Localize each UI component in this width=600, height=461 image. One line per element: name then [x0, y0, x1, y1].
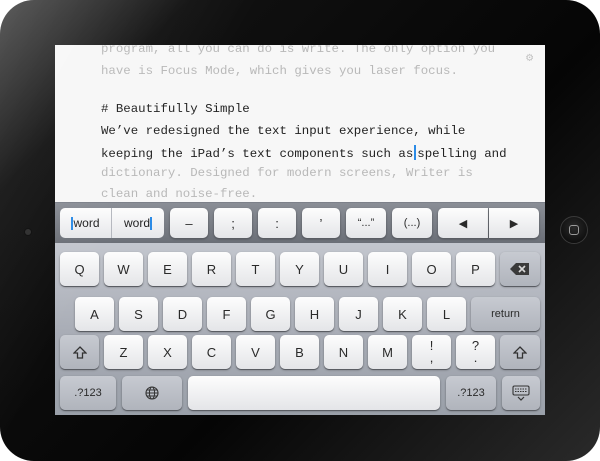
key-f[interactable]: F	[207, 297, 246, 331]
key-t[interactable]: T	[236, 252, 275, 286]
hide-keyboard-key[interactable]	[502, 376, 540, 410]
numbers-key-right[interactable]: .?123	[446, 376, 496, 410]
shift-icon	[513, 345, 527, 359]
key-w[interactable]: W	[104, 252, 143, 286]
key-s[interactable]: S	[119, 297, 158, 331]
editor-line-5: keeping the iPad’s text components such …	[101, 145, 507, 161]
editor-line-2: have is Focus Mode, which gives you lase…	[101, 64, 458, 78]
editor-line-4: We’ve redesigned the text input experien…	[101, 124, 466, 138]
key-y[interactable]: Y	[280, 252, 319, 286]
semicolon-key[interactable]: ;	[214, 208, 252, 238]
home-button[interactable]	[560, 216, 588, 244]
key-a[interactable]: A	[75, 297, 114, 331]
key-j[interactable]: J	[339, 297, 378, 331]
cursor-right-key[interactable]: ▶	[489, 208, 539, 238]
backspace-icon	[510, 263, 529, 275]
shift-icon	[72, 345, 87, 359]
key-c[interactable]: C	[192, 335, 231, 369]
space-bar[interactable]	[188, 376, 440, 410]
key-x[interactable]: X	[148, 335, 187, 369]
en-dash-key[interactable]: –	[170, 208, 208, 238]
key-u[interactable]: U	[324, 252, 363, 286]
key-l[interactable]: L	[427, 297, 466, 331]
key-p[interactable]: P	[456, 252, 495, 286]
home-button-icon	[569, 225, 579, 235]
word-caret-right	[150, 216, 152, 230]
key-d[interactable]: D	[163, 297, 202, 331]
key-exclamation-comma[interactable]: !,	[412, 335, 451, 369]
apostrophe-key[interactable]: ’	[302, 208, 340, 238]
text-caret	[414, 145, 417, 160]
word-left-label: word	[73, 216, 100, 230]
editor-line-7: clean and noise-free.	[101, 187, 258, 201]
key-g[interactable]: G	[251, 297, 290, 331]
editor-line-1: program, all you can do is write. The on…	[101, 45, 496, 56]
key-q[interactable]: Q	[60, 252, 99, 286]
globe-icon	[145, 386, 159, 400]
editor-line-6: dictionary. Designed for modern screens,…	[101, 166, 473, 180]
key-period-label: .	[473, 350, 478, 365]
word-right-key[interactable]: word	[112, 208, 164, 238]
key-z[interactable]: Z	[104, 335, 143, 369]
keyboard: word word – ; : ’ “...” (...) ◀ ▶ Q W E …	[55, 202, 545, 415]
word-right-label: word	[123, 216, 150, 230]
extension-row: word word – ; : ’ “...” (...) ◀ ▶	[55, 203, 545, 243]
quotes-key[interactable]: “...”	[346, 208, 386, 238]
text-editor[interactable]: ⚙ program, all you can do is write. The …	[55, 45, 545, 205]
key-r[interactable]: R	[192, 252, 231, 286]
key-o[interactable]: O	[412, 252, 451, 286]
key-b[interactable]: B	[280, 335, 319, 369]
shift-right-key[interactable]	[500, 335, 540, 369]
return-key[interactable]: return	[471, 297, 540, 331]
backspace-key[interactable]	[500, 252, 540, 286]
key-i[interactable]: I	[368, 252, 407, 286]
cursor-left-key[interactable]: ◀	[438, 208, 488, 238]
key-v[interactable]: V	[236, 335, 275, 369]
key-e[interactable]: E	[148, 252, 187, 286]
key-n[interactable]: N	[324, 335, 363, 369]
key-k[interactable]: K	[383, 297, 422, 331]
shift-left-key[interactable]	[60, 335, 99, 369]
editor-line-5-text: keeping the iPad’s text components such …	[101, 147, 414, 161]
key-question-period[interactable]: ?.	[456, 335, 495, 369]
numbers-key-left[interactable]: .?123	[60, 376, 116, 410]
gear-icon[interactable]: ⚙	[526, 50, 533, 65]
screen: ⚙ program, all you can do is write. The …	[55, 45, 545, 415]
front-camera	[25, 229, 31, 235]
colon-key[interactable]: :	[258, 208, 296, 238]
key-m[interactable]: M	[368, 335, 407, 369]
word-left-key[interactable]: word	[60, 208, 112, 238]
hide-keyboard-icon	[512, 385, 530, 401]
key-comma-label: ,	[429, 350, 434, 365]
key-h[interactable]: H	[295, 297, 334, 331]
editor-heading: # Beautifully Simple	[101, 102, 250, 116]
editor-line-5-rest: spelling and	[417, 147, 507, 161]
parentheses-key[interactable]: (...)	[392, 208, 432, 238]
ipad-device: ⚙ program, all you can do is write. The …	[0, 0, 600, 461]
globe-key[interactable]	[122, 376, 182, 410]
